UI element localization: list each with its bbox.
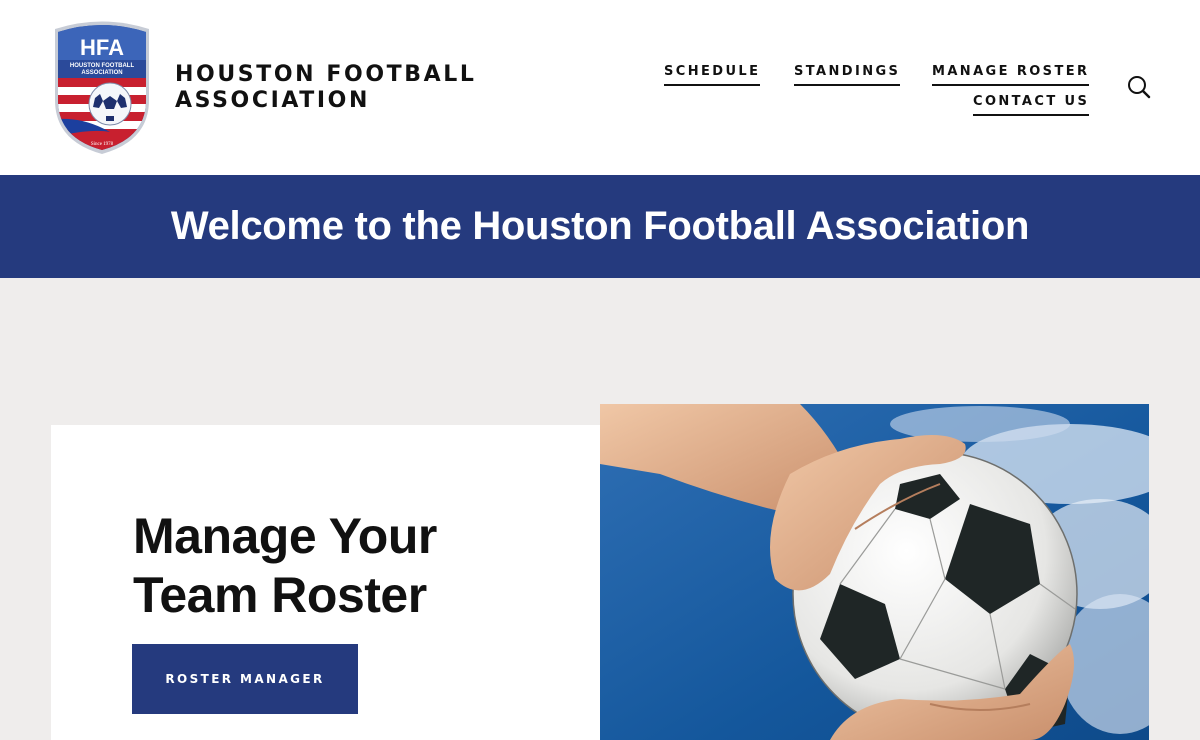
welcome-banner: Welcome to the Houston Football Associat… xyxy=(0,175,1200,278)
nav-contact-us[interactable]: CONTACT US xyxy=(973,94,1090,116)
search-button[interactable] xyxy=(1124,73,1152,101)
svg-text:Since 1978: Since 1978 xyxy=(91,142,114,147)
hero-section: Manage Your Team Roster ROSTER MANAGER xyxy=(0,278,1200,740)
svg-text:HFA: HFA xyxy=(80,35,124,60)
site-title-line-2: ASSOCIATION xyxy=(175,88,370,113)
hero-image xyxy=(600,404,1149,740)
roster-card: Manage Your Team Roster ROSTER MANAGER xyxy=(51,425,611,740)
roster-heading: Manage Your Team Roster xyxy=(133,508,437,623)
svg-text:HOUSTON FOOTBALL: HOUSTON FOOTBALL xyxy=(70,63,135,69)
nav-schedule[interactable]: SCHEDULE xyxy=(664,64,761,86)
nav-standings[interactable]: STANDINGS xyxy=(794,64,901,86)
nav-manage-roster[interactable]: MANAGE ROSTER xyxy=(932,64,1090,86)
site-title[interactable]: HOUSTON FOOTBALL ASSOCIATION xyxy=(175,62,515,114)
hfa-logo[interactable]: HFA HOUSTON FOOTBALL ASSOCIATION Since 1… xyxy=(50,20,154,154)
search-icon xyxy=(1128,76,1151,99)
svg-text:ASSOCIATION: ASSOCIATION xyxy=(81,70,122,76)
site-title-line-1: HOUSTON FOOTBALL xyxy=(175,62,477,87)
roster-manager-button[interactable]: ROSTER MANAGER xyxy=(132,644,358,714)
site-header: HFA HOUSTON FOOTBALL ASSOCIATION Since 1… xyxy=(0,0,1200,175)
welcome-heading: Welcome to the Houston Football Associat… xyxy=(170,204,1030,248)
soccer-ball-photo xyxy=(600,404,1149,740)
